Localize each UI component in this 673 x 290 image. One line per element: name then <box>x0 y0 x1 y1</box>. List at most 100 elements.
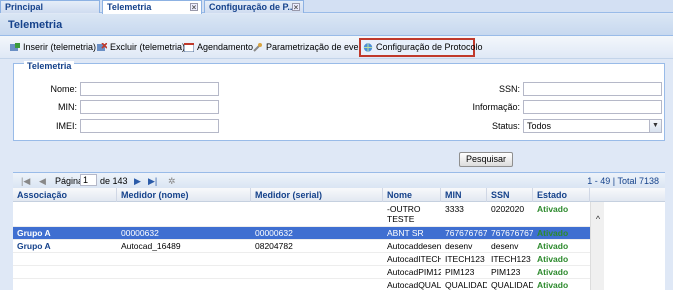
table-cell-assoc <box>13 266 117 279</box>
schedule-button[interactable]: Agendamento <box>182 39 253 56</box>
status-value: Todos <box>527 121 552 131</box>
wrench-icon <box>253 43 262 52</box>
table-cell-ssn: PIM123 <box>491 267 521 277</box>
page-label: Página <box>55 176 84 186</box>
calendar-icon <box>184 43 194 52</box>
status-label: Status: <box>491 121 520 131</box>
table-cell-ssn: 7676767676 <box>491 228 533 238</box>
table-cell-estado: Ativado <box>537 267 569 277</box>
tab-principal[interactable]: Principal <box>0 0 100 13</box>
table-row[interactable]: -OUTRO TESTE 3333 0202020 Ativado <box>13 202 590 227</box>
prev-page-icon[interactable]: ◀ <box>39 176 46 187</box>
table-cell-serial <box>251 279 383 290</box>
table-cell-assoc <box>13 202 117 227</box>
pagination-toolbar: |◀ ◀ Página 1 de 143 ▶ ▶| ✲ 1 - 49 | Tot… <box>13 172 665 188</box>
table-cell-serial: 00000632 <box>255 228 293 238</box>
table-cell-min: QUALIDADE <box>445 280 487 290</box>
insert-icon <box>10 43 20 51</box>
table-cell-nome-med <box>117 266 251 279</box>
imei-label: IMEI: <box>55 121 77 131</box>
page-total-label: de 143 <box>100 176 128 186</box>
table-cell-serial <box>251 202 383 227</box>
table-cell-min: 7676767676 <box>445 228 487 238</box>
table-cell-assoc <box>13 253 117 266</box>
protocol-config-button[interactable]: Configuração de Protocolo <box>359 38 483 57</box>
search-button[interactable]: Pesquisar <box>459 152 513 167</box>
status-select[interactable]: Todos ▼ <box>523 119 662 133</box>
nome-input[interactable] <box>80 82 219 96</box>
protocol-config-label: Configuração de Protocolo <box>376 42 483 52</box>
globe-icon <box>363 43 373 52</box>
table-cell-nome: AutocadQUALIDADE <box>387 280 441 290</box>
table-cell-estado: Ativado <box>537 204 569 214</box>
search-button-label: Pesquisar <box>465 154 507 164</box>
tab-configuracao[interactable]: Configuração de P... × <box>204 0 304 13</box>
table-cell-min: desenv <box>445 241 473 251</box>
grid-header: Associação Medidor (nome) Medidor (seria… <box>13 188 665 202</box>
chevron-up-icon[interactable]: ^ <box>593 214 603 224</box>
delete-icon <box>97 43 107 51</box>
column-header[interactable]: MIN <box>441 188 487 202</box>
insert-telemetry-button[interactable]: Inserir (telemetria) <box>8 39 96 56</box>
table-cell-estado: Ativado <box>537 228 569 238</box>
ssn-input[interactable] <box>523 82 662 96</box>
filter-fieldset: Telemetria Nome: MIN: IMEI: SSN: Informa… <box>13 61 665 141</box>
table-cell-estado: Ativado <box>537 280 569 290</box>
column-header[interactable]: Medidor (nome) <box>117 188 251 202</box>
close-icon[interactable]: × <box>190 3 198 12</box>
next-page-icon[interactable]: ▶ <box>134 176 141 187</box>
table-row[interactable]: AutocadQUALIDADE QUALIDADE QUALIDADE Ativad… <box>13 279 590 290</box>
table-cell-estado: Ativado <box>537 241 569 251</box>
first-page-icon[interactable]: |◀ <box>21 176 30 187</box>
table-cell-ssn: 0202020 <box>491 204 525 214</box>
tab-label: Principal <box>5 2 44 12</box>
panel-header: Telemetria <box>0 14 673 36</box>
table-cell-nome-med: 00000632 <box>121 228 159 238</box>
column-header[interactable]: Associação <box>13 188 117 202</box>
insert-label: Inserir (telemetria) <box>23 42 97 52</box>
column-header[interactable]: SSN <box>487 188 533 202</box>
delete-label: Excluir (telemetria) <box>110 42 186 52</box>
close-icon[interactable]: × <box>292 3 300 12</box>
event-params-button[interactable]: Parametrização de eventos <box>251 39 376 56</box>
min-label: MIN: <box>58 102 77 112</box>
table-cell-ssn: desenv <box>491 241 519 251</box>
page-summary: 1 - 49 | Total 7138 <box>587 176 659 186</box>
table-cell-ssn: QUALIDADE <box>491 280 533 290</box>
table-row[interactable]: AutocadPIM123 PIM123 PIM123 Ativado <box>13 266 590 279</box>
column-header[interactable]: Nome <box>383 188 441 202</box>
column-header[interactable]: Medidor (serial) <box>251 188 383 202</box>
imei-input[interactable] <box>80 119 219 133</box>
page-number-input[interactable]: 1 <box>80 174 97 186</box>
table-row[interactable]: Grupo A 00000632 00000632 ABNT SR 7676767676… <box>13 227 590 240</box>
table-cell-nome-med <box>117 279 251 290</box>
table-cell-min: PIM123 <box>445 267 475 277</box>
last-page-icon[interactable]: ▶| <box>148 176 157 187</box>
table-cell-nome-med: Autocad_16489 <box>121 241 181 251</box>
table-cell-nome: AutocadPIM123 <box>387 267 441 277</box>
table-row[interactable]: Grupo A Autocad_16489 08204782 Autocaddesen… <box>13 240 590 253</box>
chevron-down-icon[interactable]: ▼ <box>649 120 661 132</box>
table-cell-nome: Autocaddesenv <box>387 241 441 251</box>
schedule-label: Agendamento <box>197 42 254 52</box>
table-cell-nome: ABNT SR <box>387 228 424 238</box>
ssn-label: SSN: <box>498 84 520 94</box>
column-header[interactable]: Estado <box>533 188 590 202</box>
table-cell-nome: -OUTRO TESTE <box>387 204 421 224</box>
delete-telemetry-button[interactable]: Excluir (telemetria) <box>95 39 185 56</box>
table-cell-serial: 08204782 <box>255 241 293 251</box>
table-cell-assoc: Grupo A <box>17 228 51 238</box>
table-cell-nome: AutocadITECH12 <box>387 254 441 264</box>
tab-label: Configuração de P... <box>209 2 295 12</box>
refresh-icon[interactable]: ✲ <box>168 176 176 187</box>
table-row[interactable]: AutocadITECH12 ITECH123 ITECH123 Ativado <box>13 253 590 266</box>
tab-telemetria[interactable]: Telemetria × <box>102 0 202 14</box>
min-input[interactable] <box>80 100 219 114</box>
panel-title: Telemetria <box>8 19 63 31</box>
grid-scrollbar[interactable]: ^ <box>590 202 604 290</box>
table-cell-nome-med <box>117 253 251 266</box>
tab-bar: Principal Telemetria × Configuração de P… <box>0 0 673 14</box>
info-input[interactable] <box>523 100 662 114</box>
tab-label: Telemetria <box>107 2 152 12</box>
table-cell-estado: Ativado <box>537 254 569 264</box>
